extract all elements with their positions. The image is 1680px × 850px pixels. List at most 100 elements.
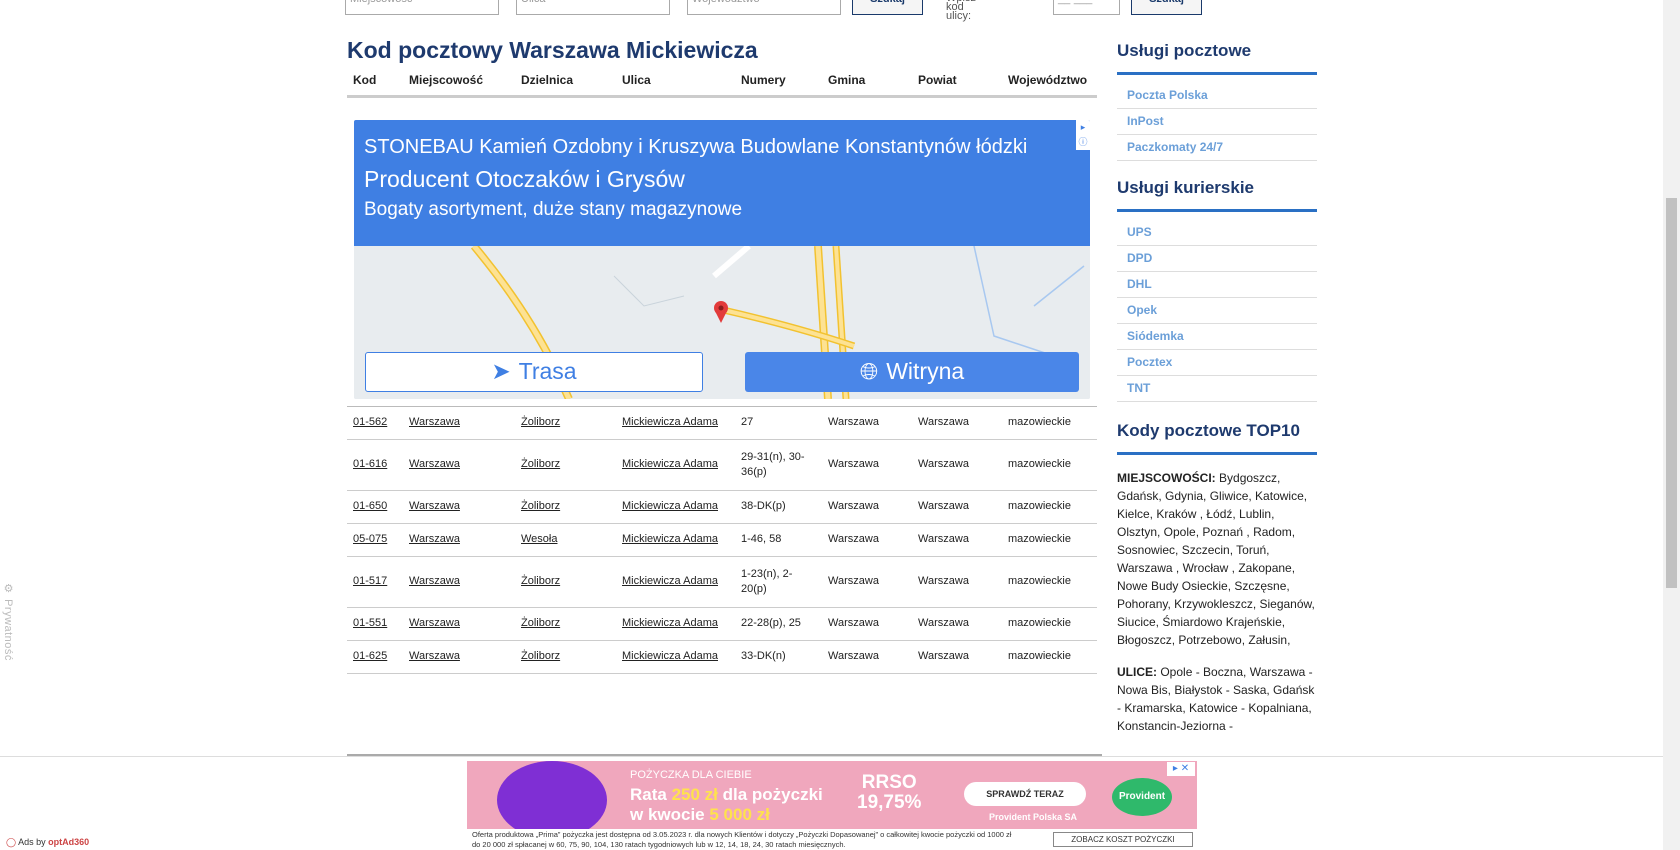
col-numery: Numery bbox=[735, 65, 822, 98]
gmina-cell: Warszawa bbox=[822, 607, 912, 641]
region-cell: mazowieckie bbox=[1002, 640, 1097, 674]
code-link[interactable]: 01-551 bbox=[353, 617, 387, 629]
street-link[interactable]: Mickiewicza Adama bbox=[622, 533, 718, 545]
city-link[interactable]: Warszawa bbox=[409, 458, 460, 470]
powiat-cell: Warszawa bbox=[912, 439, 1002, 491]
close-ad-icon[interactable]: ▸ ✕ bbox=[1167, 762, 1195, 776]
provident-logo: Provident bbox=[1112, 778, 1172, 816]
top10-title: Kody pocztowe TOP10 bbox=[1117, 421, 1300, 440]
street-link[interactable]: Mickiewicza Adama bbox=[622, 617, 718, 629]
sidebar-item-poczta-polska[interactable]: Poczta Polska bbox=[1117, 83, 1317, 109]
ad-header: STONEBAU Kamień Ozdobny i Kruszywa Budow… bbox=[354, 119, 1090, 246]
region-input[interactable]: Województwo bbox=[687, 0, 841, 15]
city-input[interactable]: Miejscowość bbox=[345, 0, 499, 15]
district-link[interactable]: Żoliborz bbox=[521, 575, 560, 587]
optad-logo-icon: ◯ bbox=[6, 837, 17, 847]
scrollbar-thumb[interactable] bbox=[1666, 198, 1677, 588]
table-row: 01-616 Warszawa Żoliborz Mickiewicza Ada… bbox=[347, 439, 1097, 491]
sidebar-item-dhl[interactable]: DHL bbox=[1117, 272, 1317, 298]
route-button[interactable]: ➤ Trasa bbox=[365, 351, 703, 392]
col-miejscowosc: Miejscowość bbox=[403, 65, 515, 98]
powiat-cell: Warszawa bbox=[912, 523, 1002, 557]
loan-headline: Rata 250 zł dla pożyczki w kwocie 5 000 … bbox=[630, 785, 823, 824]
sidebar-item-tnt[interactable]: TNT bbox=[1117, 376, 1317, 402]
website-button[interactable]: 🌐︎ Witryna bbox=[745, 351, 1079, 392]
sidebar-item-pocztex[interactable]: Pocztex bbox=[1117, 350, 1317, 376]
powiat-cell: Warszawa bbox=[912, 406, 1002, 440]
city-link[interactable]: Warszawa bbox=[409, 533, 460, 545]
top10-streets: ULICE: Opole - Boczna, Warszawa - Nowa B… bbox=[1117, 663, 1317, 735]
city-link[interactable]: Warszawa bbox=[409, 500, 460, 512]
streets-label: ULICE: bbox=[1117, 665, 1157, 679]
sidebar: Usługi pocztowe Poczta Polska InPost Pac… bbox=[1117, 30, 1317, 735]
loan-ad[interactable]: POŻYCZKA DLA CIEBIE Rata 250 zł dla poży… bbox=[467, 761, 1197, 829]
sidebar-item-paczkomaty[interactable]: Paczkomaty 24/7 bbox=[1117, 135, 1317, 161]
sidebar-item-ups[interactable]: UPS bbox=[1117, 220, 1317, 246]
district-link[interactable]: Żoliborz bbox=[521, 500, 560, 512]
stonebau-ad[interactable]: STONEBAU Kamień Ozdobny i Kruszywa Budow… bbox=[354, 119, 1090, 399]
district-link[interactable]: Wesoła bbox=[521, 533, 557, 545]
region-cell: mazowieckie bbox=[1002, 439, 1097, 491]
street-link[interactable]: Mickiewicza Adama bbox=[622, 458, 718, 470]
sidebar-item-opek[interactable]: Opek bbox=[1117, 298, 1317, 324]
street-code-input[interactable]: __-___ bbox=[1053, 0, 1120, 15]
street-link[interactable]: Mickiewicza Adama bbox=[622, 416, 718, 428]
col-dzielnica: Dzielnica bbox=[515, 65, 616, 98]
rrso-value: RRSO 19,75% bbox=[857, 772, 922, 813]
postal-codes-table: Kod Miejscowość Dzielnica Ulica Numery G… bbox=[347, 65, 1097, 674]
street-link[interactable]: Mickiewicza Adama bbox=[622, 650, 718, 662]
cities-list[interactable]: Bydgoszcz, Gdańsk, Gdynia, Gliwice, Kato… bbox=[1117, 471, 1315, 647]
city-link[interactable]: Warszawa bbox=[409, 575, 460, 587]
main-content: Kod pocztowy Warszawa Mickiewicza Kod Mi… bbox=[347, 30, 1097, 674]
region-cell: mazowieckie bbox=[1002, 490, 1097, 524]
powiat-cell: Warszawa bbox=[912, 490, 1002, 524]
district-link[interactable]: Żoliborz bbox=[521, 416, 560, 428]
code-link[interactable]: 05-075 bbox=[353, 533, 387, 545]
code-link[interactable]: 01-517 bbox=[353, 575, 387, 587]
brand-subtitle: Provident Polska SA bbox=[989, 812, 1078, 822]
numbers-cell: 1-46, 58 bbox=[735, 523, 822, 557]
adchoices-icon[interactable]: ▸ ⓘ bbox=[1076, 119, 1090, 150]
district-link[interactable]: Żoliborz bbox=[521, 617, 560, 629]
gmina-cell: Warszawa bbox=[822, 406, 912, 440]
ad-line-2[interactable]: Producent Otoczaków i Grysów bbox=[364, 167, 685, 190]
search-button[interactable]: Szukaj bbox=[852, 0, 923, 15]
region-cell: mazowieckie bbox=[1002, 607, 1097, 641]
ads-by-label[interactable]: ◯ Ads by optAd360 bbox=[6, 837, 89, 848]
city-link[interactable]: Warszawa bbox=[409, 416, 460, 428]
sidebar-item-siodemka[interactable]: Siódemka bbox=[1117, 324, 1317, 350]
ad-line-1[interactable]: STONEBAU Kamień Ozdobny i Kruszywa Budow… bbox=[364, 137, 1027, 157]
gmina-cell: Warszawa bbox=[822, 490, 912, 524]
street-code-label: Wpisz kod ulicy: bbox=[946, 0, 976, 22]
code-link[interactable]: 01-650 bbox=[353, 500, 387, 512]
street-link[interactable]: Mickiewicza Adama bbox=[622, 575, 718, 587]
postal-services-list: Poczta Polska InPost Paczkomaty 24/7 bbox=[1117, 83, 1317, 161]
loan-disclaimer: Oferta produktowa „Prima” pożyczka jest … bbox=[472, 830, 1012, 849]
sidebar-item-dpd[interactable]: DPD bbox=[1117, 246, 1317, 272]
ads-brand: optAd360 bbox=[48, 837, 90, 847]
check-now-button[interactable]: SPRAWDŹ TERAZ bbox=[964, 782, 1086, 806]
code-link[interactable]: 01-616 bbox=[353, 458, 387, 470]
code-link[interactable]: 01-625 bbox=[353, 650, 387, 662]
postal-services-title: Usługi pocztowe bbox=[1117, 41, 1252, 60]
city-link[interactable]: Warszawa bbox=[409, 617, 460, 629]
privacy-settings-button[interactable]: ⚙ Prywatność bbox=[2, 582, 15, 661]
see-loan-cost-button[interactable]: ZOBACZ KOSZT POŻYCZKI bbox=[1053, 832, 1193, 847]
street-input[interactable]: Ulica bbox=[516, 0, 670, 15]
district-link[interactable]: Żoliborz bbox=[521, 650, 560, 662]
sidebar-item-inpost[interactable]: InPost bbox=[1117, 109, 1317, 135]
city-link[interactable]: Warszawa bbox=[409, 650, 460, 662]
sticky-ad-bar: ◯ Ads by optAd360 POŻYCZKA DLA CIEBIE Ra… bbox=[0, 756, 1663, 850]
code-search-button[interactable]: Szukaj bbox=[1131, 0, 1202, 15]
code-link[interactable]: 01-562 bbox=[353, 416, 387, 428]
courier-services-list: UPS DPD DHL Opek Siódemka Pocztex TNT bbox=[1117, 220, 1317, 402]
table-row: 05-075 Warszawa Wesoła Mickiewicza Adama… bbox=[347, 523, 1097, 557]
col-gmina: Gmina bbox=[822, 65, 912, 98]
numbers-cell: 1-23(n), 2-20(p) bbox=[735, 556, 822, 608]
street-link[interactable]: Mickiewicza Adama bbox=[622, 500, 718, 512]
col-kod: Kod bbox=[347, 65, 403, 98]
col-powiat: Powiat bbox=[912, 65, 1002, 98]
scrollbar[interactable] bbox=[1663, 0, 1680, 850]
district-link[interactable]: Żoliborz bbox=[521, 458, 560, 470]
gmina-cell: Warszawa bbox=[822, 523, 912, 557]
